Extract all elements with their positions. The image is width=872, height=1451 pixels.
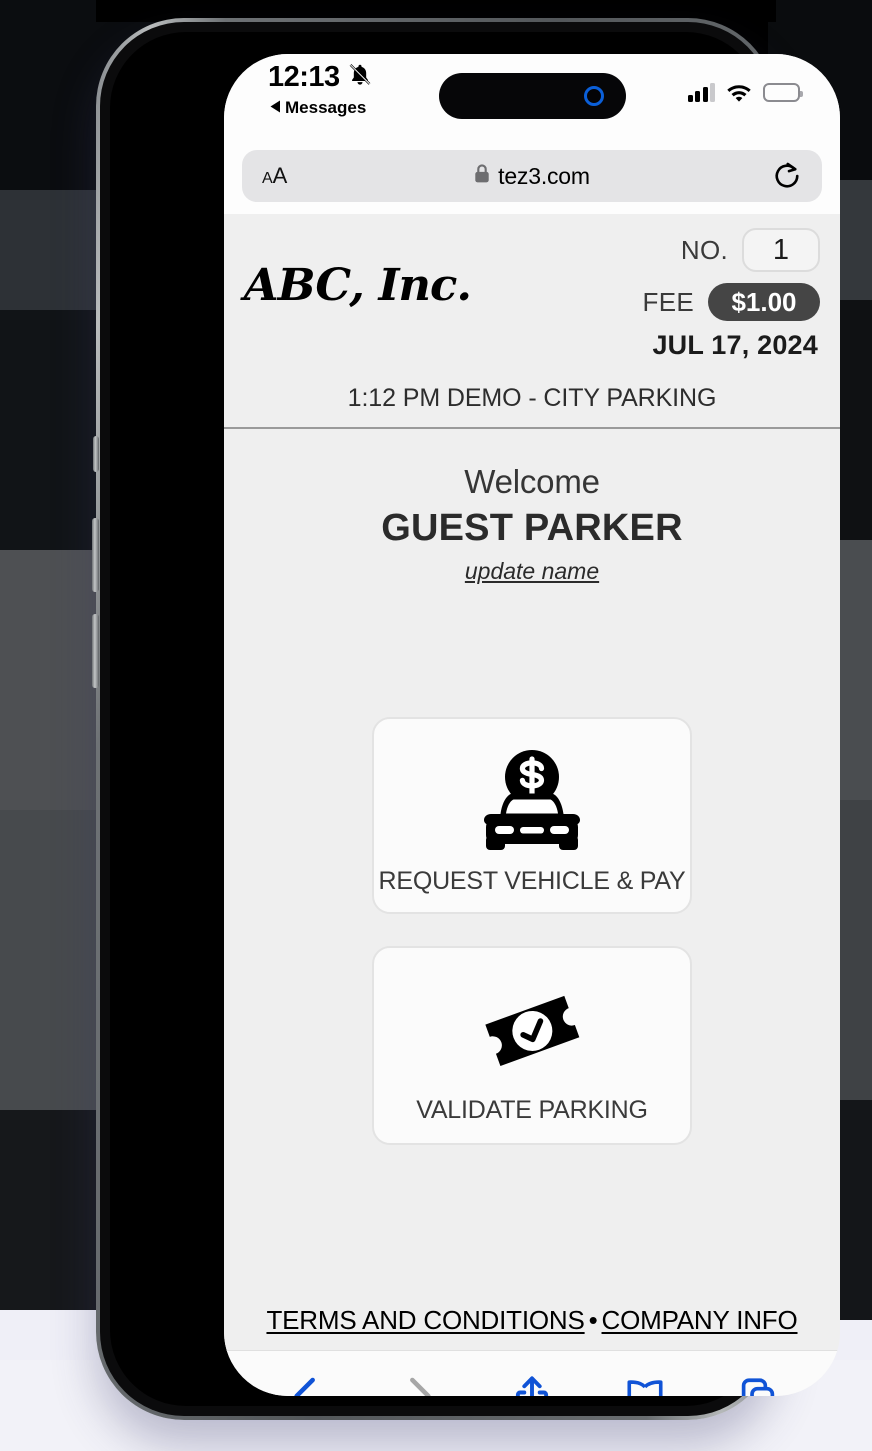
phone-device-frame: 12:13 Messages AA tez3.com ABC, Inc. NO.… [92,18,840,1420]
ticket-fee-value: $1.00 [708,283,820,321]
company-info-link[interactable]: COMPANY INFO [602,1305,798,1335]
action-card-list: REQUEST VEHICLE & PAY VALIDATE PARKING [224,717,840,1145]
ticket-fee-label: FEE [642,286,694,317]
welcome-greeting: Welcome [464,463,600,500]
share-button[interactable] [504,1368,560,1396]
url-bar[interactable]: AA tez3.com [242,150,822,202]
back-app-label: Messages [285,98,367,117]
ticket-meta: NO. 1 FEE $1.00 JUL 17, 2024 [530,224,820,361]
browser-url-bar-container: AA tez3.com [224,144,840,214]
reload-icon[interactable] [772,161,802,191]
footer-separator: • [588,1305,598,1335]
request-vehicle-and-pay-button[interactable]: REQUEST VEHICLE & PAY [372,717,692,914]
status-bar: 12:13 Messages [224,54,840,144]
forward-button [391,1368,447,1396]
ticket-date: JUL 17, 2024 [652,330,818,360]
battery-icon [763,83,803,102]
bookmarks-button[interactable] [617,1368,673,1396]
web-page-content: ABC, Inc. NO. 1 FEE $1.00 JUL 17, 2024 1… [224,214,840,1350]
text-size-button[interactable]: AA [262,163,287,189]
wifi-icon [726,83,752,102]
tabs-button[interactable] [730,1368,786,1396]
ticket-time-location: 1:12 PM DEMO - CITY PARKING [347,384,717,412]
ticket-fee-row: FEE $1.00 [530,276,820,328]
action-label: VALIDATE PARKING [416,1096,648,1124]
camera-indicator-icon [584,86,604,106]
triangle-left-icon [270,98,281,118]
ticket-number-value: 1 [742,228,820,272]
status-clock: 12:13 [268,61,340,93]
ticket-number-row: NO. 1 [530,224,820,276]
phone-screen: 12:13 Messages AA tez3.com ABC, Inc. NO.… [224,54,840,1396]
volume-down-button[interactable] [92,614,99,688]
back-to-app-button[interactable]: Messages [270,98,366,118]
browser-toolbar [224,1350,840,1396]
back-button[interactable] [278,1368,334,1396]
dynamic-island[interactable] [439,73,626,119]
guest-name: GUEST PARKER [381,507,683,549]
volume-up-button[interactable] [92,518,99,592]
mute-switch[interactable] [93,436,99,472]
ticket-header: ABC, Inc. NO. 1 FEE $1.00 JUL 17, 2024 [224,214,840,384]
car-with-dollar-coin-icon [476,745,588,857]
url-text: tez3.com [498,162,590,189]
update-name-link[interactable]: update name [465,558,599,585]
welcome-block: Welcome GUEST PARKER update name [224,429,840,585]
action-label: REQUEST VEHICLE & PAY [378,867,686,895]
validate-parking-button[interactable]: VALIDATE PARKING [372,946,692,1145]
terms-and-conditions-link[interactable]: TERMS AND CONDITIONS [266,1305,584,1335]
cellular-signal-icon [687,83,715,102]
bell-slash-icon [347,62,373,93]
footer-links: TERMS AND CONDITIONS • COMPANY INFO [224,1305,840,1336]
ticket-number-label: NO. [680,234,728,265]
lock-icon [474,164,490,188]
ticket-check-icon [476,974,588,1086]
company-logo: ABC, Inc. [243,260,472,311]
